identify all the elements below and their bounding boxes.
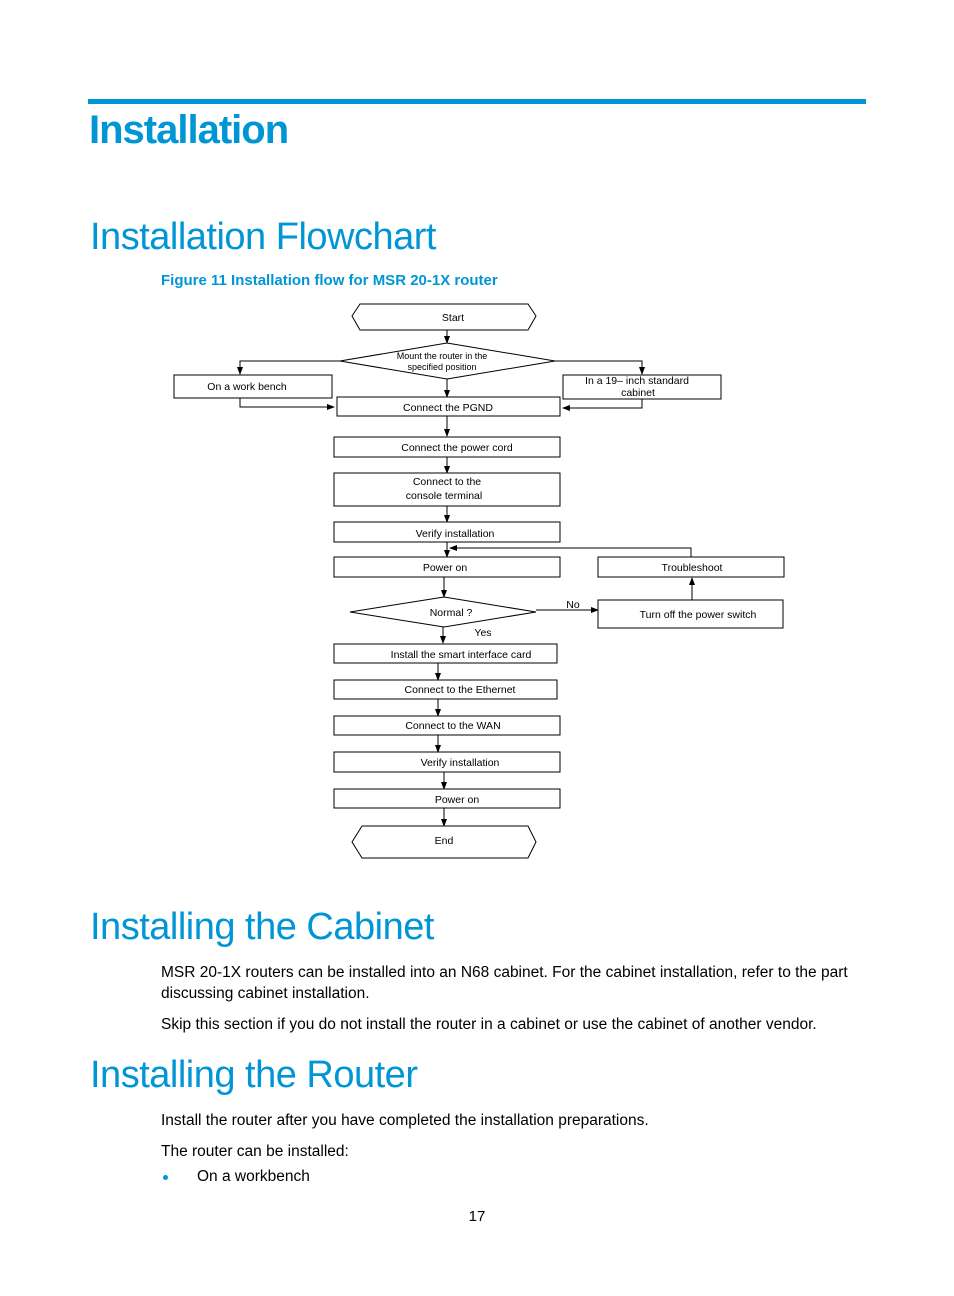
troubleshoot-node: Troubleshoot [597,556,785,578]
normal-decision: Normal ? [349,596,537,628]
verify-installation-node-2: Verify installation [333,751,561,773]
cabinet-heading: Installing the Cabinet [90,906,434,948]
mount-label-2: specified position [407,362,476,372]
work-bench-node: On a work bench [173,374,333,399]
power-on-node-2: Power on [333,788,561,809]
verify2-label: Verify installation [421,757,500,769]
troubleshoot-label: Troubleshoot [662,562,723,574]
wan-label: Connect to the WAN [405,720,500,732]
cabinet-label-1: In a 19– inch standard [585,375,689,387]
no-label: No [566,599,580,611]
bullet-icon [163,1175,168,1180]
arrow [237,360,340,375]
start-label: Start [442,312,464,324]
verify1-label: Verify installation [416,528,495,540]
cabinet-node: In a 19– inch standard cabinet [562,374,722,400]
mount-label-1: Mount the router in the [397,351,488,361]
cabinet-paragraph-2: Skip this section if you do not install … [161,1016,817,1033]
wan-node: Connect to the WAN [333,715,561,736]
connect-pgnd-label: Connect the PGND [403,402,493,414]
console-label-2: console terminal [406,490,482,502]
console-node: Connect to the console terminal [333,472,561,507]
mount-decision: Mount the router in the specified positi… [339,342,556,380]
ethernet-node: Connect to the Ethernet [333,679,558,700]
arrow [555,360,645,375]
power-cord-node: Connect the power cord [333,436,561,458]
arrow [239,398,335,410]
work-bench-label: On a work bench [207,381,287,393]
verify-installation-node-1: Verify installation [333,521,561,543]
cabinet-label-2: cabinet [621,387,655,399]
power-on2-label: Power on [435,794,480,806]
installation-flowchart: Start Mount the router in the specified … [173,303,785,859]
router-heading: Installing the Router [90,1054,418,1096]
start-node: Start [351,303,537,331]
bullet-text: On a workbench [197,1168,310,1185]
page-number: 17 [468,1208,486,1225]
end-label: End [435,835,454,847]
smart-card-label: Install the smart interface card [391,649,532,661]
router-paragraph-1: Install the router after you have comple… [161,1112,649,1129]
cabinet-paragraph-1: MSR 20-1X routers can be installed into … [161,964,848,1002]
normal-label: Normal ? [430,607,473,619]
yes-label: Yes [474,627,491,639]
arrow [449,545,692,557]
arrow [562,399,643,411]
power-on-node-1: Power on [333,556,561,578]
turn-off-node: Turn off the power switch [597,599,784,629]
power-on1-label: Power on [423,562,468,574]
console-label-1: Connect to the [413,476,481,488]
router-paragraph-2: The router can be installed: [161,1143,349,1160]
ethernet-label: Connect to the Ethernet [405,684,516,696]
end-node: End [351,825,537,859]
power-cord-label: Connect the power cord [401,442,513,454]
smart-card-node: Install the smart interface card [333,643,558,664]
connect-pgnd-node: Connect the PGND [336,396,561,417]
turn-off-label: Turn off the power switch [640,609,757,621]
